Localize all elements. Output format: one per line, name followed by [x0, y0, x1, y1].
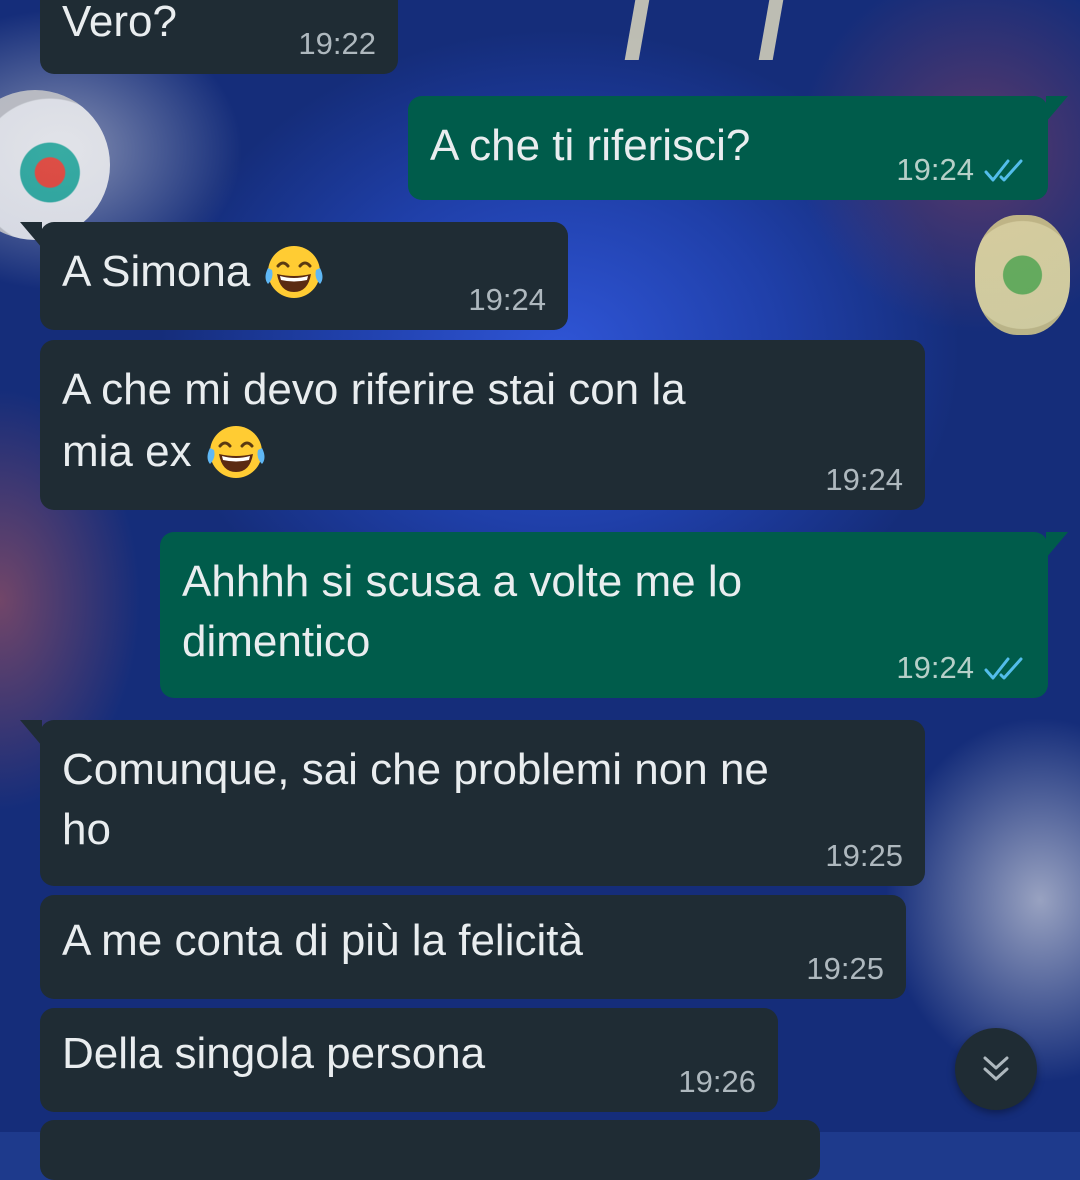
message-text: A che ti riferisci? [430, 121, 751, 170]
message-text: Vero? [62, 0, 177, 46]
message-timestamp: 19:26 [678, 1064, 756, 1099]
message-timestamp: 19:24 [896, 152, 1026, 188]
message-bubble-incoming[interactable]: A Simona 19:24 [20, 222, 568, 330]
bubble-tail [1046, 96, 1068, 122]
message-bubble-outgoing[interactable]: A che ti riferisci? 19:24 [408, 96, 1068, 200]
message-text-line-1: Ahhhh si scusa a volte me lo [182, 557, 743, 606]
bubble-tail [20, 222, 42, 248]
read-receipt-icon [984, 657, 1023, 680]
message-text: Della singola persona [62, 1029, 486, 1078]
double-chevron-down-icon [983, 1056, 1009, 1081]
scroll-to-bottom-button[interactable] [955, 1028, 1037, 1110]
message-timestamp: 19:22 [298, 26, 376, 61]
face-with-tears-of-joy-icon [265, 246, 323, 298]
message-bubble-incoming[interactable]: Vero? 19:22 [40, 0, 398, 74]
read-receipt-icon [984, 159, 1023, 182]
message-bubble-incoming[interactable]: Della singola persona 19:26 [40, 1008, 778, 1112]
message-timestamp: 19:25 [825, 838, 903, 873]
message-text-line-1: Comunque, sai che problemi non ne [62, 745, 769, 794]
message-timestamp: 19:25 [806, 951, 884, 986]
message-text: A me conta di più la felicità [62, 916, 583, 965]
message-bubble-incoming[interactable]: A che mi devo riferire stai con la mia e… [40, 340, 925, 510]
bubble-tail [1046, 532, 1068, 558]
message-bubble-incoming-partial[interactable] [40, 1120, 820, 1180]
message-text-line-2: mia ex [62, 427, 192, 476]
message-timestamp: 19:24 [896, 650, 1026, 686]
message-text-line-1: A che mi devo riferire stai con la [62, 365, 686, 414]
message-text-row: mia ex [62, 422, 268, 482]
message-timestamp: 19:24 [468, 282, 546, 317]
message-list[interactable]: Vero? 19:22 A che ti riferisci? 19:24 A … [0, 0, 1080, 1180]
message-bubble-incoming[interactable]: A me conta di più la felicità 19:25 [40, 895, 906, 999]
message-text-row: A Simona [62, 242, 326, 302]
message-text: A Simona [62, 247, 251, 296]
bubble-tail [20, 720, 42, 746]
message-bubble-outgoing[interactable]: Ahhhh si scusa a volte me lo dimentico 1… [160, 532, 1068, 698]
message-text-line-2: dimentico [182, 617, 371, 666]
message-text-line-2: ho [62, 805, 111, 854]
message-timestamp: 19:24 [825, 462, 903, 497]
face-with-tears-of-joy-icon [207, 426, 265, 478]
message-bubble-incoming[interactable]: Comunque, sai che problemi non ne ho 19:… [20, 720, 925, 886]
